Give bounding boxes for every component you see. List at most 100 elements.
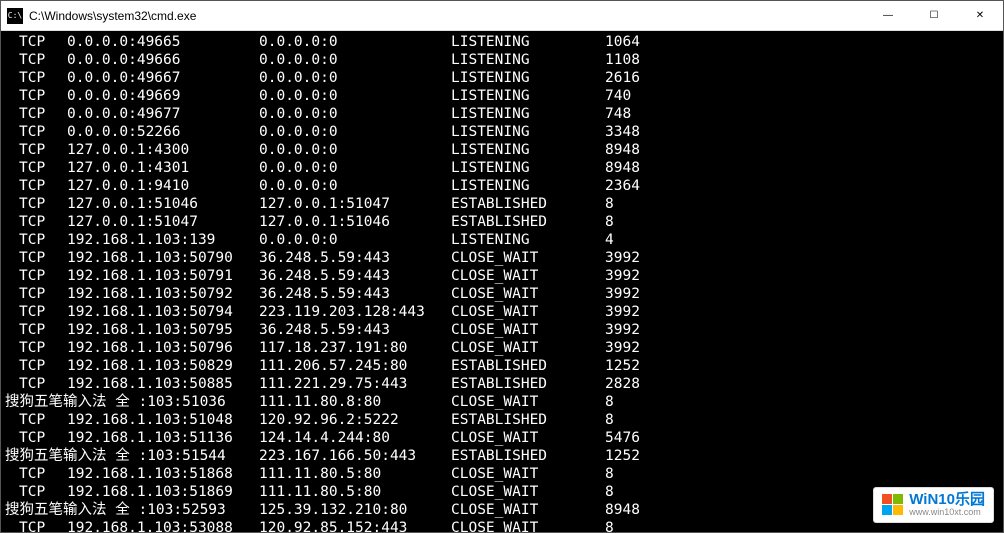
- foreign-address-cell: 0.0.0.0:0: [259, 141, 451, 159]
- table-row: TCP192.168.1.103:5079236.248.5.59:443CLO…: [5, 285, 999, 303]
- proto-cell: TCP: [5, 411, 67, 429]
- table-row: TCP127.0.0.1:51046127.0.0.1:51047ESTABLI…: [5, 195, 999, 213]
- state-cell: LISTENING: [451, 177, 605, 195]
- state-cell: ESTABLISHED: [451, 447, 605, 465]
- proto-cell: TCP: [5, 231, 67, 249]
- pid-cell: 2828: [605, 375, 640, 393]
- state-cell: ESTABLISHED: [451, 375, 605, 393]
- foreign-address-cell: 127.0.0.1:51046: [259, 213, 451, 231]
- foreign-address-cell: 111.206.57.245:80: [259, 357, 451, 375]
- table-row: TCP127.0.0.1:94100.0.0.0:0LISTENING2364: [5, 177, 999, 195]
- foreign-address-cell: 120.92.85.152:443: [259, 519, 451, 532]
- proto-cell: TCP: [5, 33, 67, 51]
- state-cell: CLOSE_WAIT: [451, 393, 605, 411]
- watermark-url: www.win10xt.com: [909, 508, 985, 518]
- local-address-cell: 192.168.1.103:51868: [67, 465, 259, 483]
- maximize-button[interactable]: ☐: [911, 1, 957, 30]
- local-address-cell: 192.168.1.103:50791: [67, 267, 259, 285]
- foreign-address-cell: 36.248.5.59:443: [259, 267, 451, 285]
- pid-cell: 740: [605, 87, 631, 105]
- foreign-address-cell: 0.0.0.0:0: [259, 231, 451, 249]
- state-cell: CLOSE_WAIT: [451, 285, 605, 303]
- proto-cell: TCP: [5, 483, 67, 501]
- terminal-output[interactable]: TCP0.0.0.0:496650.0.0.0:0LISTENING1064TC…: [1, 31, 1003, 532]
- ime-overlay-cell: 搜狗五笔输入法 全 :103:52593: [5, 501, 259, 519]
- table-row: TCP192.168.1.103:51869111.11.80.5:80CLOS…: [5, 483, 999, 501]
- proto-cell: TCP: [5, 339, 67, 357]
- table-row: TCP192.168.1.103:5079136.248.5.59:443CLO…: [5, 267, 999, 285]
- local-address-cell: 0.0.0.0:49666: [67, 51, 259, 69]
- local-address-cell: 192.168.1.103:51136: [67, 429, 259, 447]
- cmd-window: C:\ C:\Windows\system32\cmd.exe — ☐ ✕ TC…: [0, 0, 1004, 533]
- table-row: 搜狗五笔输入法 全 :103:52593125.39.132.210:80CLO…: [5, 501, 999, 519]
- proto-cell: TCP: [5, 69, 67, 87]
- minimize-button[interactable]: —: [865, 1, 911, 30]
- local-address-cell: 0.0.0.0:49677: [67, 105, 259, 123]
- pid-cell: 5476: [605, 429, 640, 447]
- proto-cell: TCP: [5, 177, 67, 195]
- local-address-cell: 192.168.1.103:50792: [67, 285, 259, 303]
- foreign-address-cell: 36.248.5.59:443: [259, 249, 451, 267]
- table-row: TCP192.168.1.103:5079036.248.5.59:443CLO…: [5, 249, 999, 267]
- proto-cell: TCP: [5, 429, 67, 447]
- local-address-cell: 0.0.0.0:49669: [67, 87, 259, 105]
- close-button[interactable]: ✕: [957, 1, 1003, 30]
- state-cell: CLOSE_WAIT: [451, 519, 605, 532]
- proto-cell: TCP: [5, 465, 67, 483]
- local-address-cell: 127.0.0.1:4300: [67, 141, 259, 159]
- pid-cell: 2364: [605, 177, 640, 195]
- local-address-cell: 192.168.1.103:50885: [67, 375, 259, 393]
- local-address-cell: 0.0.0.0:49665: [67, 33, 259, 51]
- proto-cell: TCP: [5, 519, 67, 532]
- state-cell: LISTENING: [451, 159, 605, 177]
- watermark: WiN10乐园 www.win10xt.com: [873, 487, 994, 523]
- foreign-address-cell: 127.0.0.1:51047: [259, 195, 451, 213]
- local-address-cell: 0.0.0.0:49667: [67, 69, 259, 87]
- local-address-cell: 192.168.1.103:139: [67, 231, 259, 249]
- pid-cell: 3992: [605, 267, 640, 285]
- pid-cell: 1108: [605, 51, 640, 69]
- titlebar[interactable]: C:\ C:\Windows\system32\cmd.exe — ☐ ✕: [1, 1, 1003, 31]
- proto-cell: TCP: [5, 51, 67, 69]
- table-row: TCP192.168.1.103:51048120.92.96.2:5222ES…: [5, 411, 999, 429]
- ime-overlay-cell: 搜狗五笔输入法 全 :103:51036: [5, 393, 259, 411]
- proto-cell: TCP: [5, 267, 67, 285]
- local-address-cell: 192.168.1.103:53088: [67, 519, 259, 532]
- local-address-cell: 192.168.1.103:50795: [67, 321, 259, 339]
- state-cell: CLOSE_WAIT: [451, 321, 605, 339]
- local-address-cell: 192.168.1.103:50790: [67, 249, 259, 267]
- local-address-cell: 192.168.1.103:50794: [67, 303, 259, 321]
- proto-cell: TCP: [5, 357, 67, 375]
- table-row: TCP192.168.1.103:50829111.206.57.245:80E…: [5, 357, 999, 375]
- pid-cell: 4: [605, 231, 614, 249]
- state-cell: CLOSE_WAIT: [451, 465, 605, 483]
- foreign-address-cell: 223.119.203.128:443: [259, 303, 451, 321]
- foreign-address-cell: 0.0.0.0:0: [259, 33, 451, 51]
- pid-cell: 8: [605, 465, 614, 483]
- pid-cell: 3992: [605, 249, 640, 267]
- pid-cell: 2616: [605, 69, 640, 87]
- foreign-address-cell: 125.39.132.210:80: [259, 501, 451, 519]
- state-cell: ESTABLISHED: [451, 195, 605, 213]
- local-address-cell: 127.0.0.1:4301: [67, 159, 259, 177]
- table-row: TCP192.168.1.103:50794223.119.203.128:44…: [5, 303, 999, 321]
- table-row: TCP0.0.0.0:522660.0.0.0:0LISTENING3348: [5, 123, 999, 141]
- pid-cell: 8: [605, 393, 614, 411]
- window-title: C:\Windows\system32\cmd.exe: [29, 9, 865, 23]
- state-cell: CLOSE_WAIT: [451, 267, 605, 285]
- proto-cell: TCP: [5, 87, 67, 105]
- foreign-address-cell: 120.92.96.2:5222: [259, 411, 451, 429]
- proto-cell: TCP: [5, 141, 67, 159]
- pid-cell: 8948: [605, 501, 640, 519]
- local-address-cell: 192.168.1.103:51869: [67, 483, 259, 501]
- table-row: TCP192.168.1.103:50885111.221.29.75:443E…: [5, 375, 999, 393]
- state-cell: LISTENING: [451, 105, 605, 123]
- proto-cell: TCP: [5, 303, 67, 321]
- table-row: TCP192.168.1.103:5079536.248.5.59:443CLO…: [5, 321, 999, 339]
- foreign-address-cell: 223.167.166.50:443: [259, 447, 451, 465]
- cmd-icon: C:\: [7, 8, 23, 24]
- foreign-address-cell: 0.0.0.0:0: [259, 177, 451, 195]
- pid-cell: 8: [605, 519, 614, 532]
- foreign-address-cell: 111.221.29.75:443: [259, 375, 451, 393]
- table-row: TCP0.0.0.0:496770.0.0.0:0LISTENING748: [5, 105, 999, 123]
